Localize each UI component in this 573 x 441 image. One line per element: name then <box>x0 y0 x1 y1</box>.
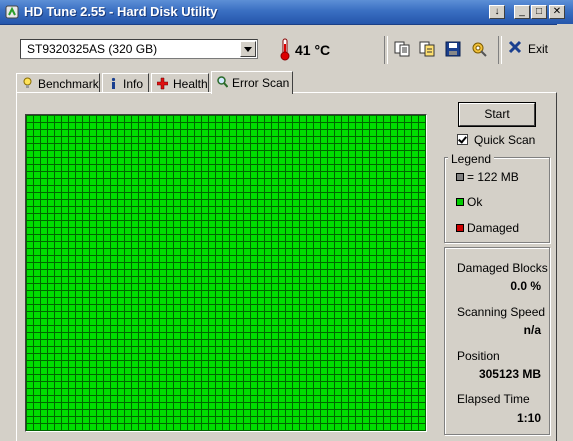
legend-title: Legend <box>448 152 495 166</box>
temperature-readout: 41 °C <box>295 42 331 58</box>
damaged-blocks-label: Damaged Blocks <box>457 261 548 275</box>
tab-benchmark-label: Benchmark <box>38 77 99 91</box>
legend-label-ok: Ok <box>467 195 483 209</box>
tab-info-label: Info <box>123 77 144 91</box>
quick-scan-check[interactable] <box>457 134 468 145</box>
window-title: HD Tune 2.55 - Hard Disk Utility <box>24 4 218 19</box>
position-label: Position <box>457 349 500 363</box>
help-button[interactable]: ↓ <box>489 5 505 19</box>
tab-benchmark[interactable]: Benchmark <box>16 73 100 92</box>
scanning-speed-label: Scanning Speed <box>457 305 546 319</box>
exit-label: Exit <box>528 42 549 56</box>
scan-block-map <box>26 115 426 431</box>
magnifier-icon <box>217 76 228 88</box>
scan-block-grid <box>25 114 427 432</box>
chevron-down-icon[interactable] <box>240 41 256 57</box>
tab-health[interactable]: Health <box>151 73 209 92</box>
legend-swatch-damaged <box>456 224 464 232</box>
start-button[interactable]: Start <box>458 102 536 127</box>
legend-label-block: = 122 MB <box>467 170 519 184</box>
legend-swatch-ok <box>456 198 464 206</box>
tab-error-scan[interactable]: Error Scan <box>211 71 293 94</box>
tab-health-label: Health <box>173 77 208 91</box>
copy-info-icon[interactable] <box>418 40 436 58</box>
legend-label-damaged: Damaged <box>467 221 520 235</box>
exit-icon <box>508 40 522 54</box>
toolbar-separator <box>384 36 388 64</box>
save-icon[interactable] <box>444 40 462 58</box>
lightbulb-icon <box>23 77 32 88</box>
options-icon[interactable] <box>470 40 488 58</box>
app-icon <box>5 5 19 19</box>
copy-icon[interactable] <box>393 40 411 58</box>
hd-tune-window: HD Tune 2.55 - Hard Disk Utility ↓ _ □ ✕… <box>0 0 573 441</box>
scan-stats-group <box>444 247 550 435</box>
drive-select-value: ST9320325AS (320 GB) <box>27 42 158 56</box>
minimize-button[interactable]: _ <box>514 5 530 19</box>
close-button[interactable]: ✕ <box>549 5 565 19</box>
scan-blocks-ok <box>26 115 426 431</box>
damaged-blocks-value: 0.0 % <box>510 279 541 293</box>
title-bar[interactable]: HD Tune 2.55 - Hard Disk Utility ↓ _ □ ✕ <box>0 0 573 25</box>
info-icon <box>111 77 116 89</box>
position-value: 305123 MB <box>478 367 541 381</box>
scanning-speed-value: n/a <box>523 323 541 337</box>
drive-select[interactable]: ST9320325AS (320 GB) <box>20 39 258 59</box>
legend-swatch-block <box>456 173 464 181</box>
tab-info[interactable]: Info <box>102 73 149 92</box>
health-cross-icon <box>157 77 168 90</box>
maximize-button[interactable]: □ <box>531 5 547 19</box>
tab-error-scan-label: Error Scan <box>232 76 290 90</box>
toolbar-separator-2 <box>498 36 502 64</box>
elapsed-time-value: 1:10 <box>516 411 541 425</box>
window-right-edge <box>557 24 573 441</box>
elapsed-time-label: Elapsed Time <box>457 392 530 406</box>
thermometer-icon <box>280 38 290 61</box>
quick-scan-label: Quick Scan <box>474 133 536 147</box>
